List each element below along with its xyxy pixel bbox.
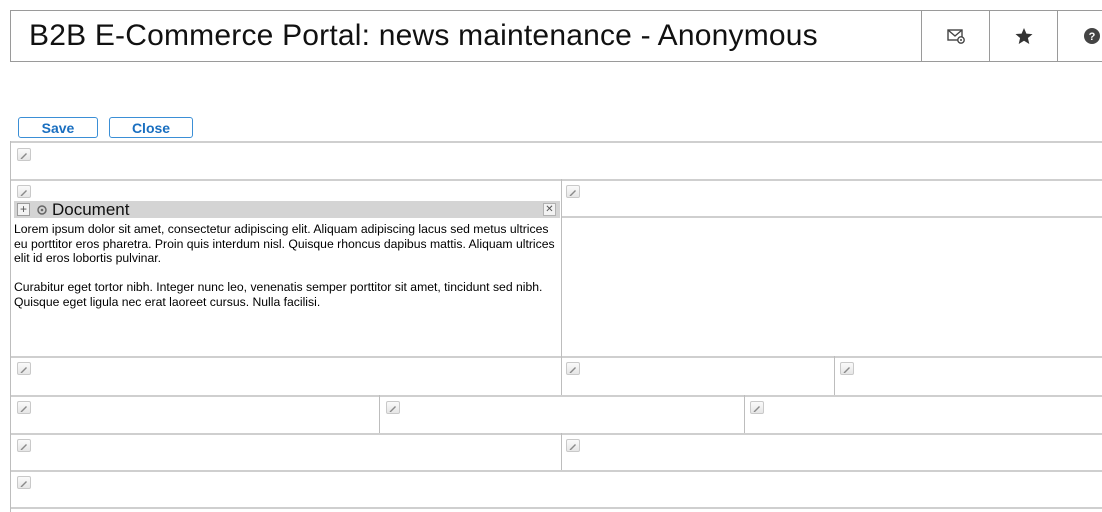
row-divider [10,141,1102,143]
help-button[interactable]: ? [1057,11,1102,61]
header-bar: B2B E-Commerce Portal: news maintenance … [10,10,1102,62]
column-divider [379,395,380,433]
mail-settings-button[interactable] [921,11,989,61]
edit-cell-icon[interactable] [17,439,31,452]
document-paragraph: Curabitur eget tortor nibh. Integer nunc… [14,280,543,309]
row-divider [10,395,1102,397]
row-divider [10,179,1102,181]
column-divider [561,433,562,470]
star-icon [1015,28,1032,44]
edit-cell-icon[interactable] [566,185,580,198]
expand-icon[interactable]: + [17,203,30,216]
close-button[interactable]: Close [109,117,193,138]
edit-cell-icon[interactable] [17,148,31,161]
favorite-button[interactable] [989,11,1057,61]
edit-cell-icon[interactable] [17,401,31,414]
page-title: B2B E-Commerce Portal: news maintenance … [29,19,818,52]
mail-settings-icon [946,29,965,44]
document-title: Document [52,199,130,219]
edit-cell-icon[interactable] [17,185,31,198]
save-button[interactable]: Save [18,117,98,138]
row-divider [10,356,1102,358]
edit-cell-icon[interactable] [386,401,400,414]
edit-cell-icon[interactable] [566,362,580,375]
help-icon: ? [1083,28,1100,44]
document-body: Lorem ipsum dolor sit amet, consectetur … [14,222,559,324]
close-portlet-icon[interactable]: ✕ [543,203,556,216]
document-portlet-header: + Document ✕ [14,199,560,219]
row-divider [10,470,1102,472]
row-divider [10,433,1102,435]
row-divider [562,216,1102,218]
gear-icon[interactable] [36,204,48,216]
edit-cell-icon[interactable] [750,401,764,414]
row-divider [10,507,1102,509]
edit-cell-icon[interactable] [840,362,854,375]
edit-cell-icon[interactable] [17,476,31,489]
column-divider [561,179,562,395]
edit-cell-icon[interactable] [17,362,31,375]
edit-cell-icon[interactable] [566,439,580,452]
column-divider [744,395,745,433]
document-paragraph: Lorem ipsum dolor sit amet, consectetur … [14,222,555,265]
column-divider [834,356,835,395]
column-divider [10,141,11,512]
svg-text:?: ? [1088,31,1095,43]
